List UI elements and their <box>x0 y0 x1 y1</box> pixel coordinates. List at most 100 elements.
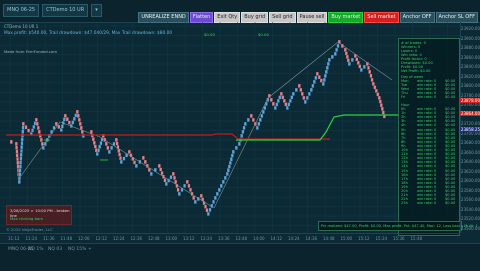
price-chart[interactable]: CTDemo 10 UR 1 Max profit: $540.00, Trai… <box>0 22 460 233</box>
renko-brick-down <box>104 141 108 146</box>
renko-brick-down <box>370 77 374 82</box>
renko-brick-up <box>219 183 223 188</box>
performance-stats-panel: # of trades: 0 Winners: 0 Losers: 0 Win rat… <box>398 38 460 236</box>
renko-brick-down <box>79 125 83 130</box>
renko-brick-up <box>242 125 246 130</box>
chart-style-selector[interactable]: ▾ <box>91 4 102 17</box>
price-marker-tag: 23864.00 <box>459 111 480 116</box>
renko-brick-up <box>335 47 339 52</box>
renko-brick-down <box>119 156 122 161</box>
renko-brick-down <box>141 155 145 160</box>
renko-brick-up <box>290 95 294 100</box>
renko-brick-down <box>34 117 38 122</box>
time-axis-label: 11:24 <box>25 236 38 241</box>
time-axis-label: 11:36 <box>43 236 55 241</box>
renko-brick-down <box>189 187 192 192</box>
renko-brick-up <box>122 156 126 161</box>
price-axis-label: 23500.00 <box>460 226 480 231</box>
renko-brick-down <box>176 187 180 192</box>
renko-brick-down <box>251 117 255 122</box>
renko-brick-down <box>159 167 163 172</box>
renko-brick-up <box>208 207 212 212</box>
renko-brick-down <box>185 179 189 184</box>
price-axis-label: 23880.00 <box>460 45 480 51</box>
renko-brick-up <box>287 102 291 107</box>
renko-brick-down <box>284 102 288 107</box>
renko-brick-down <box>75 109 79 114</box>
renko-brick-down <box>78 121 82 126</box>
renko-brick-up <box>206 211 210 216</box>
chart-tab[interactable]: NQ 03 <box>48 247 62 252</box>
renko-brick-up <box>307 91 311 96</box>
renko-brick-up <box>31 128 34 133</box>
price-axis[interactable]: 23920.00 23900.00 23880.00 23860.00 23840.00… <box>459 22 480 233</box>
renko-brick-up <box>231 149 235 154</box>
instrument-selector[interactable]: MNQ 06-25 <box>3 4 40 17</box>
time-axis-label: 12:48 <box>148 236 160 241</box>
renko-brick-down <box>380 106 384 111</box>
renko-brick-down <box>299 87 303 92</box>
chart-toolbar: MNQ 06-25 CTDemo 10 UR ▾ UNREALIZE ENND F… <box>0 0 480 23</box>
renko-brick-up <box>18 172 22 177</box>
renko-brick-down <box>377 95 381 100</box>
chart-tab[interactable]: + <box>88 247 92 252</box>
chart-tab[interactable]: NQ 1% <box>28 247 43 252</box>
chart-tab-bar: MNQ 06-25 NQ 1% NQ 03 NQ 15% + <box>0 243 480 271</box>
renko-brick-up <box>212 199 215 204</box>
price-axis-label: 23580.00 <box>460 187 480 193</box>
renko-brick-up <box>221 179 225 184</box>
renko-brick-up <box>294 87 298 92</box>
renko-brick-down <box>157 163 161 168</box>
renko-brick-up <box>228 160 232 165</box>
time-axis-label: 14:48 <box>323 236 335 241</box>
price-marker-tag: 23858.25 <box>459 127 480 132</box>
renko-brick-up <box>326 61 330 66</box>
renko-brick-up <box>19 156 23 161</box>
renko-brick-down <box>199 193 203 198</box>
renko-brick-down <box>133 160 136 165</box>
renko-brick-up <box>255 125 259 130</box>
renko-brick-down <box>355 57 359 62</box>
time-axis-label: 13:00 <box>165 236 178 241</box>
chart-tab[interactable]: NQ 15% <box>68 247 86 252</box>
price-axis-label: 23900.00 <box>460 35 480 41</box>
renko-brick-up <box>336 43 340 48</box>
time-axis-label: 15:48 <box>410 236 423 241</box>
renko-brick-down <box>91 137 95 142</box>
renko-brick-up <box>20 145 24 150</box>
renko-brick-down <box>35 121 39 126</box>
renko-brick-up <box>291 91 295 96</box>
renko-brick-up <box>17 179 21 184</box>
renko-brick-up <box>213 195 217 200</box>
data-series-selector[interactable]: CTDemo 10 UR <box>42 4 89 17</box>
renko-brick-up <box>19 152 23 157</box>
time-axis-label: 12:24 <box>113 236 125 241</box>
renko-brick-down <box>16 157 19 162</box>
renko-brick-down <box>381 110 385 115</box>
price-axis-label: 23680.00 <box>460 140 480 146</box>
strategy-control-panel[interactable]: 3/28/2025 > 10:00 PM - broken line Max c… <box>6 205 72 225</box>
price-axis-label: 23640.00 <box>460 159 480 165</box>
control-line-2: Max clicking bars <box>10 216 43 221</box>
renko-brick-up <box>98 144 102 149</box>
renko-brick-down <box>76 113 80 118</box>
renko-brick-up <box>309 87 313 92</box>
renko-brick-up <box>260 113 264 118</box>
renko-brick-up <box>303 99 307 104</box>
time-axis-label: 14:00 <box>253 236 265 241</box>
mini-pnl-label-1: $0.00 <box>204 32 215 37</box>
renko-brick-down <box>192 195 196 200</box>
renko-brick-down <box>204 204 207 209</box>
renko-brick-up <box>285 105 289 110</box>
renko-brick-down <box>373 85 377 90</box>
renko-brick-up <box>183 183 187 188</box>
renko-brick-up <box>149 171 153 176</box>
price-axis-label: 23660.00 <box>460 149 480 155</box>
day-row-label: Fri <box>401 95 406 99</box>
renko-brick-down <box>343 47 347 52</box>
renko-brick-up <box>321 81 325 86</box>
renko-brick-up <box>217 187 221 192</box>
renko-brick-down <box>160 171 164 176</box>
renko-brick-down <box>106 145 110 150</box>
time-axis-label: 13:12 <box>183 236 195 241</box>
